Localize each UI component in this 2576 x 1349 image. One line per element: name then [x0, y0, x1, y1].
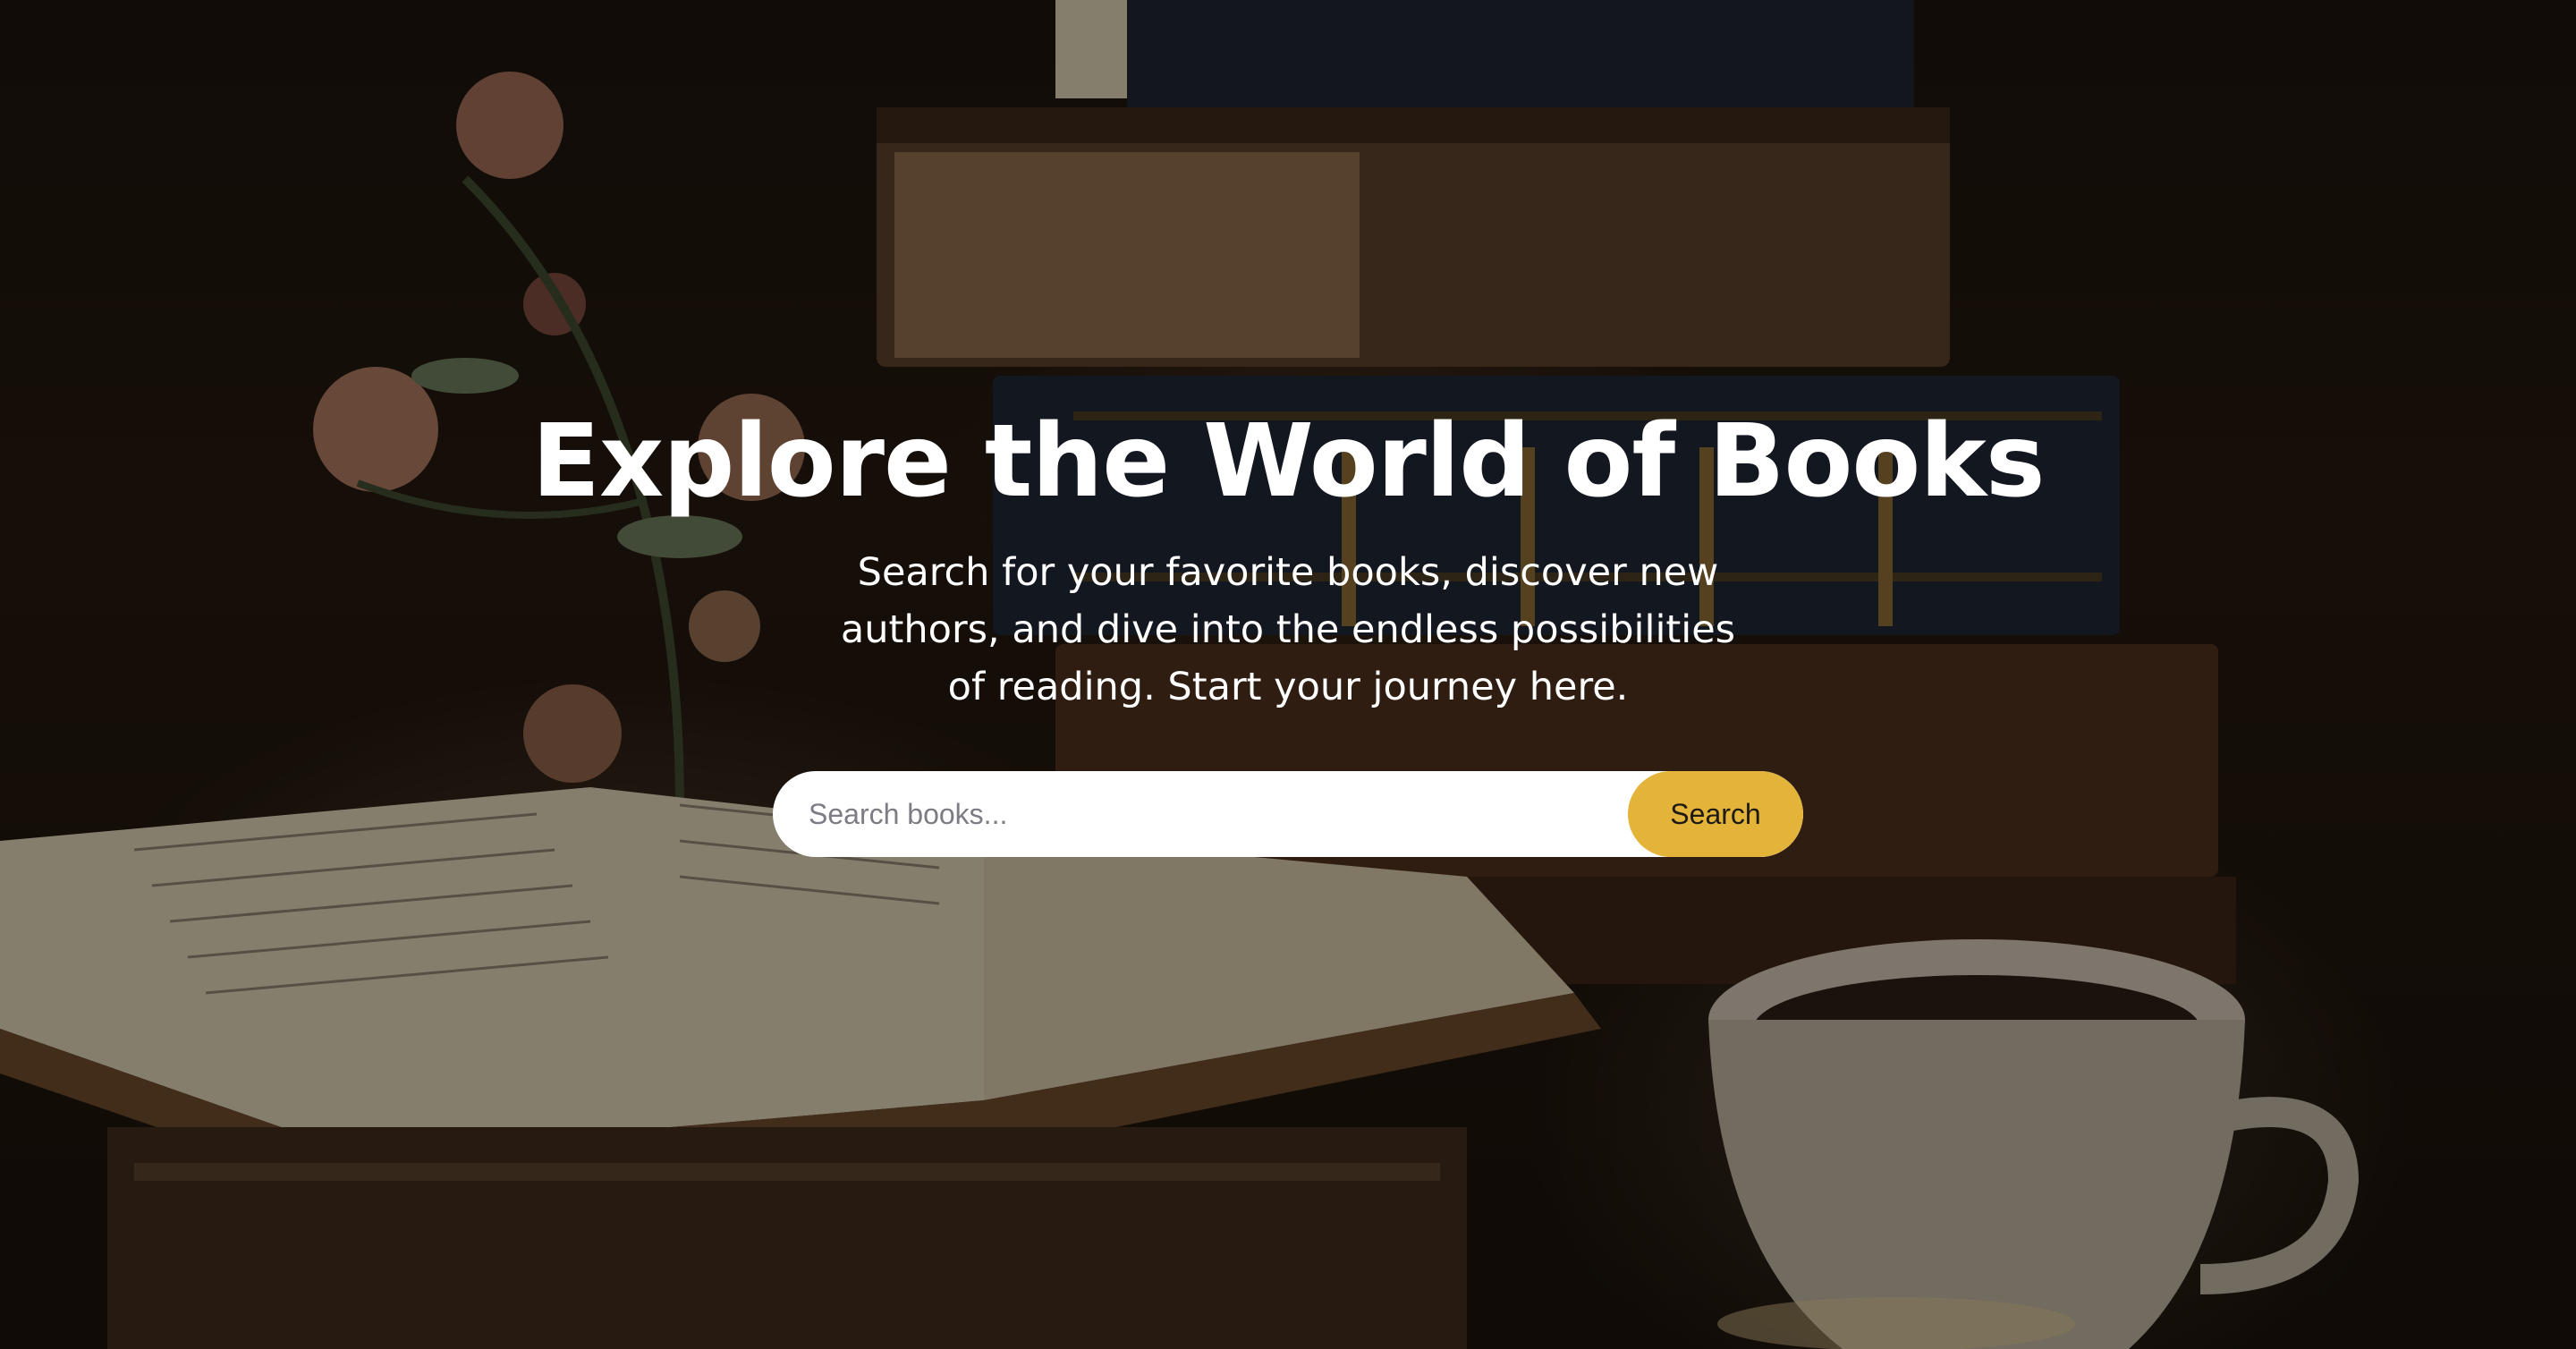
hero-subtitle: Search for your favorite books, discover… [840, 550, 1736, 709]
hero-section: Explore the World of Books Search for yo… [0, 0, 2576, 1349]
search-input[interactable] [773, 771, 1628, 857]
hero-content: Explore the World of Books Search for yo… [0, 0, 2576, 1349]
search-bar: Search [773, 771, 1803, 857]
search-button[interactable]: Search [1628, 771, 1803, 857]
hero-title: Explore the World of Books [531, 403, 2045, 520]
